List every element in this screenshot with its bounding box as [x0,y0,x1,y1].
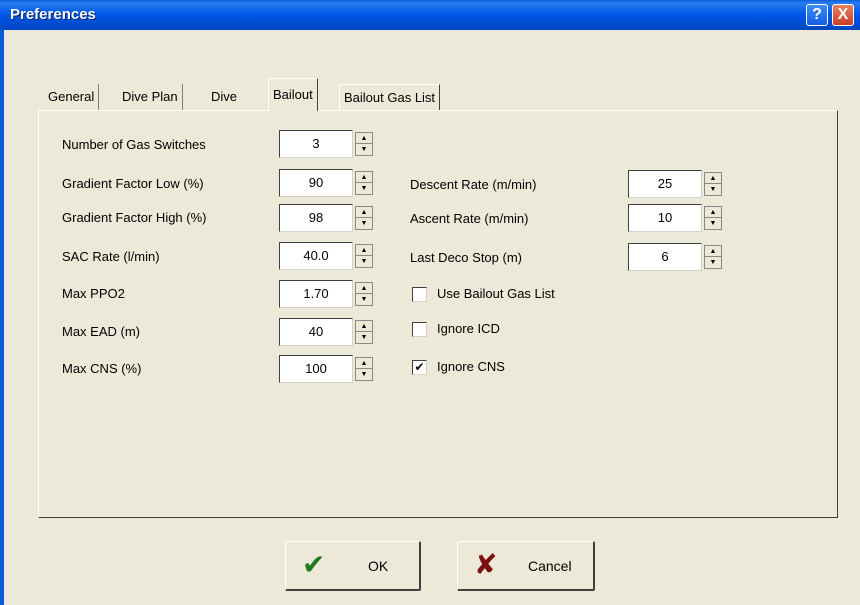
checkmark-icon: ✔ [302,549,326,580]
descent-rate-input[interactable]: 25 [628,170,702,198]
ignore-icd-label: Ignore ICD [437,321,500,336]
ok-button[interactable]: ✔ OK [285,541,421,591]
tab-dive-plan[interactable]: Dive Plan [118,84,183,111]
max-cns-label: Max CNS (%) [62,361,142,376]
spin-down-icon[interactable]: ▼ [356,369,372,380]
checkbox-box[interactable]: ✔ [412,360,427,375]
spin-down-icon[interactable]: ▼ [705,184,721,195]
ascent-rate-input[interactable]: 10 [628,204,702,232]
title-bar[interactable]: Preferences ? X [0,0,860,30]
checkbox-box[interactable] [412,287,427,302]
last-deco-stop-input[interactable]: 6 [628,243,702,271]
spin-down-icon[interactable]: ▼ [356,218,372,229]
gf-high-label: Gradient Factor High (%) [62,210,207,225]
spin-up-icon[interactable]: ▲ [356,207,372,218]
spin-up-icon[interactable]: ▲ [356,245,372,256]
window-frame [0,30,4,605]
last-deco-stop-stepper[interactable]: 6 ▲ ▼ [628,243,724,271]
cancel-x-icon: ✘ [474,549,498,580]
sac-rate-stepper[interactable]: 40.0 ▲ ▼ [279,242,375,270]
spin-down-icon[interactable]: ▼ [356,294,372,305]
gf-low-input[interactable]: 90 [279,169,353,197]
descent-rate-stepper[interactable]: 25 ▲ ▼ [628,170,724,198]
use-bailout-gas-list-checkbox[interactable]: Use Bailout Gas List [412,285,612,305]
max-ead-stepper[interactable]: 40 ▲ ▼ [279,318,375,346]
descent-rate-label: Descent Rate (m/min) [410,177,537,192]
spin-down-icon[interactable]: ▼ [705,257,721,268]
ok-label: OK [368,558,389,574]
window-title: Preferences [10,6,96,23]
spin-down-icon[interactable]: ▼ [356,332,372,343]
max-cns-input[interactable]: 100 [279,355,353,383]
help-icon[interactable]: ? [806,4,828,26]
tab-bailout[interactable]: Bailout [268,78,318,111]
spin-up-icon[interactable]: ▲ [356,172,372,183]
gf-low-label: Gradient Factor Low (%) [62,176,204,191]
spin-up-icon[interactable]: ▲ [705,246,721,257]
tab-bailout-gas-list[interactable]: Bailout Gas List [339,84,441,111]
max-ead-label: Max EAD (m) [62,324,140,339]
gf-high-stepper[interactable]: 98 ▲ ▼ [279,204,375,232]
spin-up-icon[interactable]: ▲ [356,358,372,369]
last-deco-stop-label: Last Deco Stop (m) [410,250,522,265]
spin-up-icon[interactable]: ▲ [705,173,721,184]
spin-down-icon[interactable]: ▼ [356,183,372,194]
spin-up-icon[interactable]: ▲ [356,321,372,332]
gf-low-stepper[interactable]: 90 ▲ ▼ [279,169,375,197]
close-icon[interactable]: X [832,4,854,26]
checkbox-box[interactable] [412,322,427,337]
gas-switches-input[interactable]: 3 [279,130,353,158]
ignore-cns-checkbox[interactable]: ✔ Ignore CNS [412,358,612,378]
spin-up-icon[interactable]: ▲ [356,133,372,144]
max-ppo2-stepper[interactable]: 1.70 ▲ ▼ [279,280,375,308]
gas-switches-stepper[interactable]: 3 ▲ ▼ [279,130,375,158]
preferences-window: Preferences ? X General Dive Plan Dive B… [0,0,860,605]
cancel-button[interactable]: ✘ Cancel [457,541,595,591]
gas-switches-label: Number of Gas Switches [62,137,206,152]
cancel-label: Cancel [528,558,572,574]
spin-up-icon[interactable]: ▲ [356,283,372,294]
max-ppo2-input[interactable]: 1.70 [279,280,353,308]
gf-high-input[interactable]: 98 [279,204,353,232]
ascent-rate-label: Ascent Rate (m/min) [410,211,529,226]
max-ppo2-label: Max PPO2 [62,286,125,301]
ignore-cns-label: Ignore CNS [437,359,505,374]
ascent-rate-stepper[interactable]: 10 ▲ ▼ [628,204,724,232]
sac-rate-input[interactable]: 40.0 [279,242,353,270]
tab-general[interactable]: General [44,84,100,111]
tab-dive[interactable]: Dive [207,84,241,111]
sac-rate-label: SAC Rate (l/min) [62,249,160,264]
spin-down-icon[interactable]: ▼ [356,256,372,267]
spin-up-icon[interactable]: ▲ [705,207,721,218]
ignore-icd-checkbox[interactable]: Ignore ICD [412,320,612,340]
spin-down-icon[interactable]: ▼ [705,218,721,229]
use-bailout-gas-list-label: Use Bailout Gas List [437,286,555,301]
max-ead-input[interactable]: 40 [279,318,353,346]
spin-down-icon[interactable]: ▼ [356,144,372,155]
max-cns-stepper[interactable]: 100 ▲ ▼ [279,355,375,383]
